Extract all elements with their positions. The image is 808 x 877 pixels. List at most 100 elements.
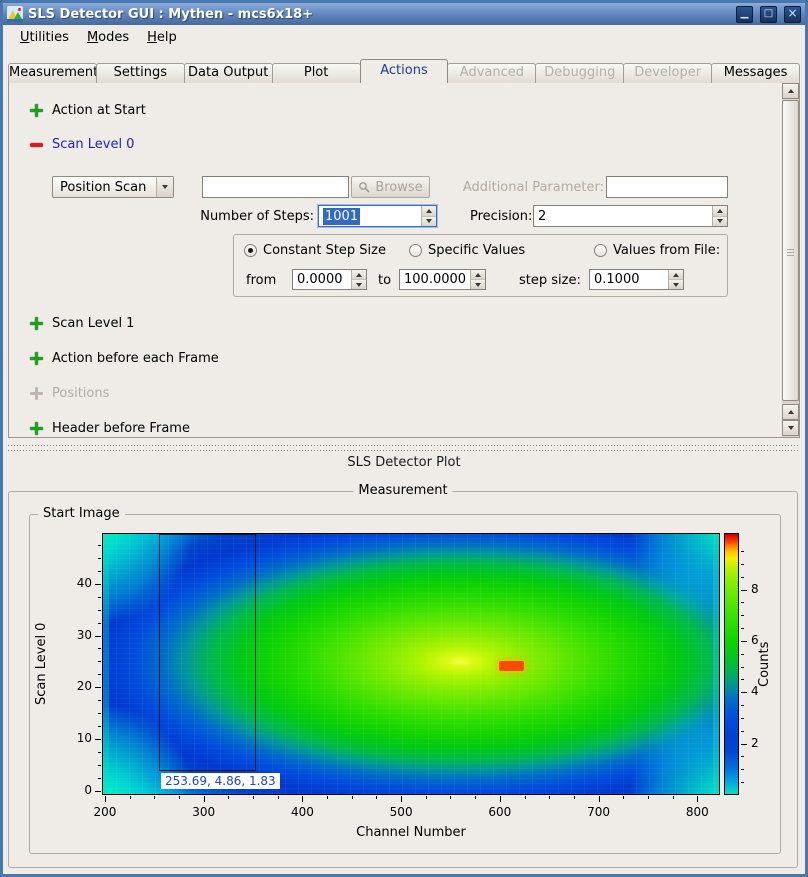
- spin-down-button[interactable]: [352, 280, 366, 289]
- radio-circle: [409, 244, 422, 257]
- tick-label: 200: [89, 805, 121, 819]
- from-spinbox[interactable]: 0.0000: [292, 269, 367, 290]
- expand-action-before-frame-icon[interactable]: [30, 352, 43, 365]
- expand-header-before-frame-icon[interactable]: [30, 422, 43, 435]
- positions-label: Positions: [52, 386, 109, 401]
- precision-label: Precision:: [470, 209, 532, 224]
- tick-label: 20: [77, 679, 92, 693]
- main-window: SLS Detector GUI : Mythen - mcs6x18+ ▁ □…: [0, 0, 808, 877]
- heatmap-plot[interactable]: 253.69, 4.86, 1.83: [102, 533, 720, 795]
- tick-mark: [327, 796, 328, 799]
- menu-utilities[interactable]: Utilities: [11, 28, 78, 47]
- tick-mark: [98, 571, 101, 572]
- number-of-steps-spinbox[interactable]: 1001: [318, 205, 437, 227]
- expand-positions-icon: [30, 387, 43, 400]
- tick-mark: [741, 564, 744, 565]
- scrollbar-thumb[interactable]: [782, 100, 799, 401]
- tick-mark: [741, 628, 744, 629]
- tick-mark: [648, 796, 649, 799]
- specific-values-radio[interactable]: Specific Values: [409, 243, 525, 258]
- tick-mark: [741, 590, 747, 591]
- tick-mark: [401, 796, 402, 802]
- values-from-file-label: Values from File:: [613, 243, 720, 258]
- scroll-up-button[interactable]: [782, 83, 799, 99]
- scan-mode-select[interactable]: Position Scan: [52, 176, 174, 198]
- maximize-button[interactable]: □: [760, 6, 777, 23]
- tab-debugging: Debugging: [535, 63, 624, 83]
- y-axis: 010203040: [74, 533, 101, 795]
- scroll-down-button[interactable]: [782, 420, 799, 436]
- combo-dropdown-icon[interactable]: [156, 177, 173, 197]
- tick-mark: [98, 765, 101, 766]
- tick-mark: [549, 796, 550, 799]
- titlebar[interactable]: SLS Detector GUI : Mythen - mcs6x18+ ▁ □…: [3, 3, 805, 25]
- tab-plot[interactable]: Plot: [272, 63, 361, 83]
- tab-developer: Developer: [623, 63, 712, 83]
- minimize-button[interactable]: ▁: [736, 6, 753, 23]
- tick-mark: [741, 756, 744, 757]
- tab-data-output[interactable]: Data Output: [184, 63, 273, 83]
- radio-circle: [594, 244, 607, 257]
- additional-parameter-label: Additional Parameter:: [449, 180, 604, 195]
- tick-mark: [253, 796, 254, 799]
- spin-down-button[interactable]: [713, 217, 727, 227]
- tick-mark: [741, 769, 744, 770]
- scroll-up-button-2[interactable]: [782, 404, 799, 420]
- spin-up-button[interactable]: [352, 270, 366, 280]
- radio-circle: [244, 244, 257, 257]
- plot-dock-title: SLS Detector Plot: [3, 455, 805, 470]
- close-button[interactable]: ×: [784, 6, 801, 23]
- tick-mark: [741, 577, 744, 578]
- tick-mark: [741, 744, 747, 745]
- constant-step-size-radio[interactable]: Constant Step Size: [244, 243, 386, 258]
- tick-mark: [98, 558, 101, 559]
- spin-up-button[interactable]: [471, 270, 485, 280]
- tab-messages[interactable]: Messages: [711, 63, 800, 83]
- tick-mark: [741, 654, 744, 655]
- spin-up-button[interactable]: [422, 206, 436, 217]
- tab-measurement[interactable]: Measurement: [8, 63, 97, 83]
- scan-script-input[interactable]: [202, 176, 349, 198]
- measurement-group-title: Measurement: [353, 483, 452, 498]
- spin-up-button[interactable]: [713, 206, 727, 217]
- scan-level-1-label: Scan Level 1: [52, 316, 134, 331]
- values-from-file-radio[interactable]: Values from File:: [594, 243, 720, 258]
- tick-mark: [741, 718, 744, 719]
- spin-down-button[interactable]: [422, 217, 436, 227]
- actions-pane: Action at Start Scan Level 0 Position Sc…: [8, 82, 800, 438]
- additional-parameter-input[interactable]: [606, 176, 728, 198]
- tick-mark: [741, 641, 747, 642]
- spin-down-button[interactable]: [669, 280, 683, 289]
- tick-mark: [352, 796, 353, 799]
- vertical-scrollbar[interactable]: [782, 83, 799, 437]
- menu-help[interactable]: Help: [138, 28, 186, 47]
- tick-mark: [98, 778, 101, 779]
- spin-up-button[interactable]: [669, 270, 683, 280]
- header-before-frame-label: Header before Frame: [52, 421, 190, 436]
- tick-mark: [623, 796, 624, 799]
- tick-label: 10: [77, 731, 92, 745]
- collapse-scan-level-0-icon[interactable]: [30, 138, 43, 151]
- tab-settings[interactable]: Settings: [96, 63, 185, 83]
- to-spinbox[interactable]: 100.0000: [399, 269, 486, 290]
- expand-scan-level-1-icon[interactable]: [30, 317, 43, 330]
- menu-modes[interactable]: Modes: [78, 28, 138, 47]
- tick-mark: [673, 796, 674, 799]
- precision-spinbox[interactable]: 2: [533, 205, 728, 227]
- step-size-spinbox[interactable]: 0.1000: [589, 269, 684, 290]
- tick-mark: [105, 796, 106, 802]
- spin-down-button[interactable]: [471, 280, 485, 289]
- tick-mark: [98, 752, 101, 753]
- expand-action-at-start-icon[interactable]: [30, 104, 43, 117]
- measurement-groupbox: Measurement Start Image Scan Level 0 010…: [8, 491, 798, 868]
- tick-mark: [376, 796, 377, 799]
- tick-mark: [450, 796, 451, 799]
- tick-mark: [525, 796, 526, 799]
- tick-mark: [426, 796, 427, 799]
- tab-actions[interactable]: Actions: [360, 59, 449, 83]
- tick-label: 40: [77, 576, 92, 590]
- from-value: 0.0000: [293, 272, 351, 287]
- tick-label: 30: [77, 628, 92, 642]
- step-options-groupbox: Constant Step Size Specific Values Value…: [233, 234, 728, 297]
- tick-mark: [228, 796, 229, 799]
